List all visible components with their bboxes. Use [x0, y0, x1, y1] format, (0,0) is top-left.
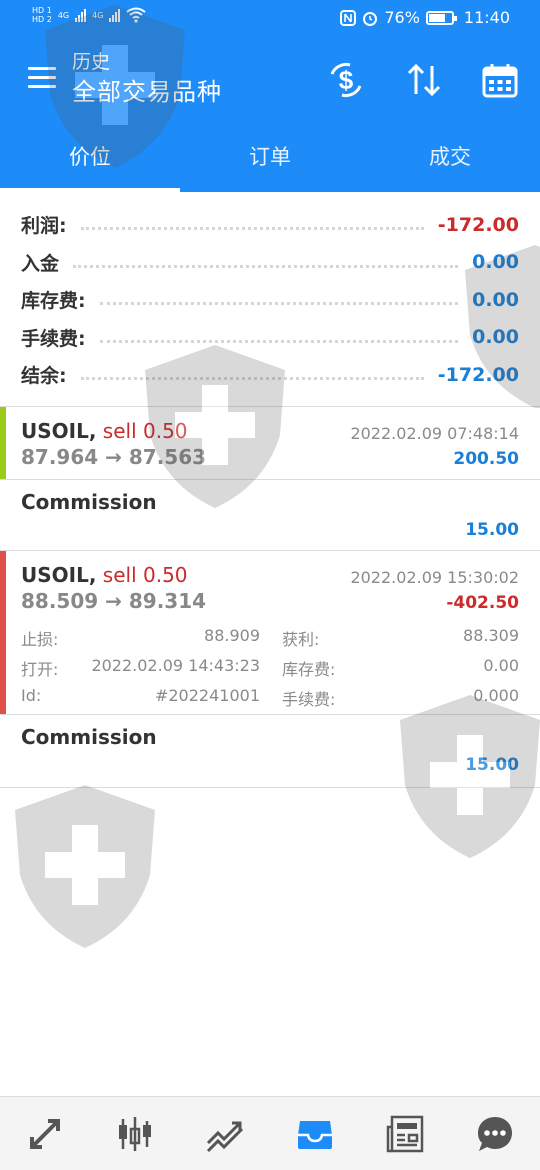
take-profit-label: 获利:: [282, 630, 320, 649]
nfc-icon: [340, 9, 357, 26]
signal-icon: [75, 8, 87, 22]
swap-label: 库存费:: [282, 660, 336, 679]
stop-loss-value: 88.909: [204, 626, 260, 645]
balance-value: -172.00: [437, 363, 519, 386]
commission-amount: 15.00: [465, 520, 519, 540]
nav-chart[interactable]: [90, 1097, 180, 1170]
sim-indicator: HD 1 HD 2: [32, 6, 52, 24]
page-title: 历史: [72, 51, 111, 73]
network-type-1: 4G: [57, 10, 70, 20]
summary-row-balance: 结余: -172.00: [21, 363, 519, 388]
svg-text:$: $: [339, 65, 354, 95]
chart-candles-icon: [119, 1116, 151, 1151]
nav-history[interactable]: [270, 1097, 360, 1170]
wifi-icon: [126, 7, 147, 23]
watermark-shield-icon: [15, 785, 155, 948]
deal-symbol: USOIL, sell 0.50: [21, 563, 188, 587]
deal-profit: 200.50: [453, 449, 519, 469]
calendar-icon[interactable]: [480, 60, 520, 100]
tab-active-indicator: [0, 188, 180, 192]
fee-value: 0.000: [473, 686, 519, 705]
summary-panel: 利润: -172.00 入金 0.00 库存费: 0.00 手续费: 0.00 …: [0, 206, 540, 394]
summary-row-profit: 利润: -172.00: [21, 213, 519, 238]
nav-chat[interactable]: [450, 1097, 540, 1170]
battery-percent: 76%: [384, 8, 420, 27]
deal-prices: 88.509 → 89.314: [21, 589, 207, 613]
deal-time: 2022.02.09 07:48:14: [350, 424, 519, 443]
history-icon: [298, 1120, 332, 1149]
deal-symbol: USOIL, sell 0.50: [21, 419, 188, 443]
commission-row[interactable]: Commission 15.00: [0, 715, 540, 787]
commission-row[interactable]: Commission 15.00: [0, 480, 540, 550]
profit-value: -172.00: [437, 213, 519, 236]
news-icon: [386, 1115, 424, 1152]
fee-label: 手续费:: [282, 690, 336, 709]
deal-profit: -402.50: [446, 593, 519, 613]
commission-value: 0.00: [472, 326, 519, 349]
sort-icon[interactable]: [404, 60, 444, 100]
network-type-2: 4G: [92, 10, 104, 20]
bottom-nav: [0, 1096, 540, 1170]
alarm-icon: [363, 11, 378, 26]
quotes-icon: [30, 1118, 60, 1149]
stop-loss-label: 止损:: [21, 630, 59, 649]
deal-side-indicator: [0, 551, 6, 714]
tab-orders[interactable]: 订单: [180, 122, 360, 192]
deal-id-label: Id:: [21, 686, 42, 705]
summary-row-swap: 库存费: 0.00: [21, 288, 519, 313]
tab-bar: 价位 订单 成交: [0, 122, 540, 192]
summary-row-commission: 手续费: 0.00: [21, 326, 519, 350]
symbol-filter[interactable]: 全部交易品种: [72, 76, 222, 108]
deal-row[interactable]: USOIL, sell 0.50 88.509 → 89.314 2022.02…: [0, 551, 540, 714]
deal-time: 2022.02.09 15:30:02: [350, 568, 519, 587]
divider: [0, 787, 540, 788]
take-profit-value: 88.309: [463, 626, 519, 645]
deal-side-indicator: [0, 407, 6, 479]
nav-quotes[interactable]: [0, 1097, 90, 1170]
tab-positions[interactable]: 价位: [0, 122, 180, 192]
title-block: 历史 全部交易品种: [72, 50, 222, 108]
trade-icon: [206, 1121, 244, 1152]
open-time-value: 2022.02.09 14:43:23: [91, 656, 260, 675]
tab-deals[interactable]: 成交: [360, 122, 540, 192]
deal-row[interactable]: USOIL, sell 0.50 87.964 → 87.563 2022.02…: [0, 407, 540, 479]
nav-trade[interactable]: [180, 1097, 270, 1170]
status-bar: HD 1 HD 2 4G 4G 76% 11:40: [0, 0, 540, 38]
deal-id-value: #202241001: [154, 686, 260, 705]
summary-row-deposit: 入金 0.00: [21, 251, 519, 275]
swap-value: 0.00: [483, 656, 519, 675]
nav-news[interactable]: [360, 1097, 450, 1170]
deal-prices: 87.964 → 87.563: [21, 445, 207, 469]
open-time-label: 打开:: [21, 660, 59, 679]
battery-icon: [425, 10, 457, 25]
menu-icon[interactable]: [28, 67, 56, 89]
commission-label: Commission: [21, 725, 157, 749]
clock: 11:40: [463, 8, 510, 27]
chat-icon: [478, 1116, 512, 1151]
app-header: HD 1 HD 2 4G 4G 76% 11:40 历史 全部交易品种 $ 价位…: [0, 0, 540, 192]
signal-icon: [109, 8, 121, 22]
dollar-exchange-icon[interactable]: $: [326, 60, 366, 100]
commission-amount: 15.00: [465, 755, 519, 775]
deposit-value: 0.00: [472, 251, 519, 274]
commission-label: Commission: [21, 490, 157, 514]
swap-value: 0.00: [472, 288, 519, 311]
